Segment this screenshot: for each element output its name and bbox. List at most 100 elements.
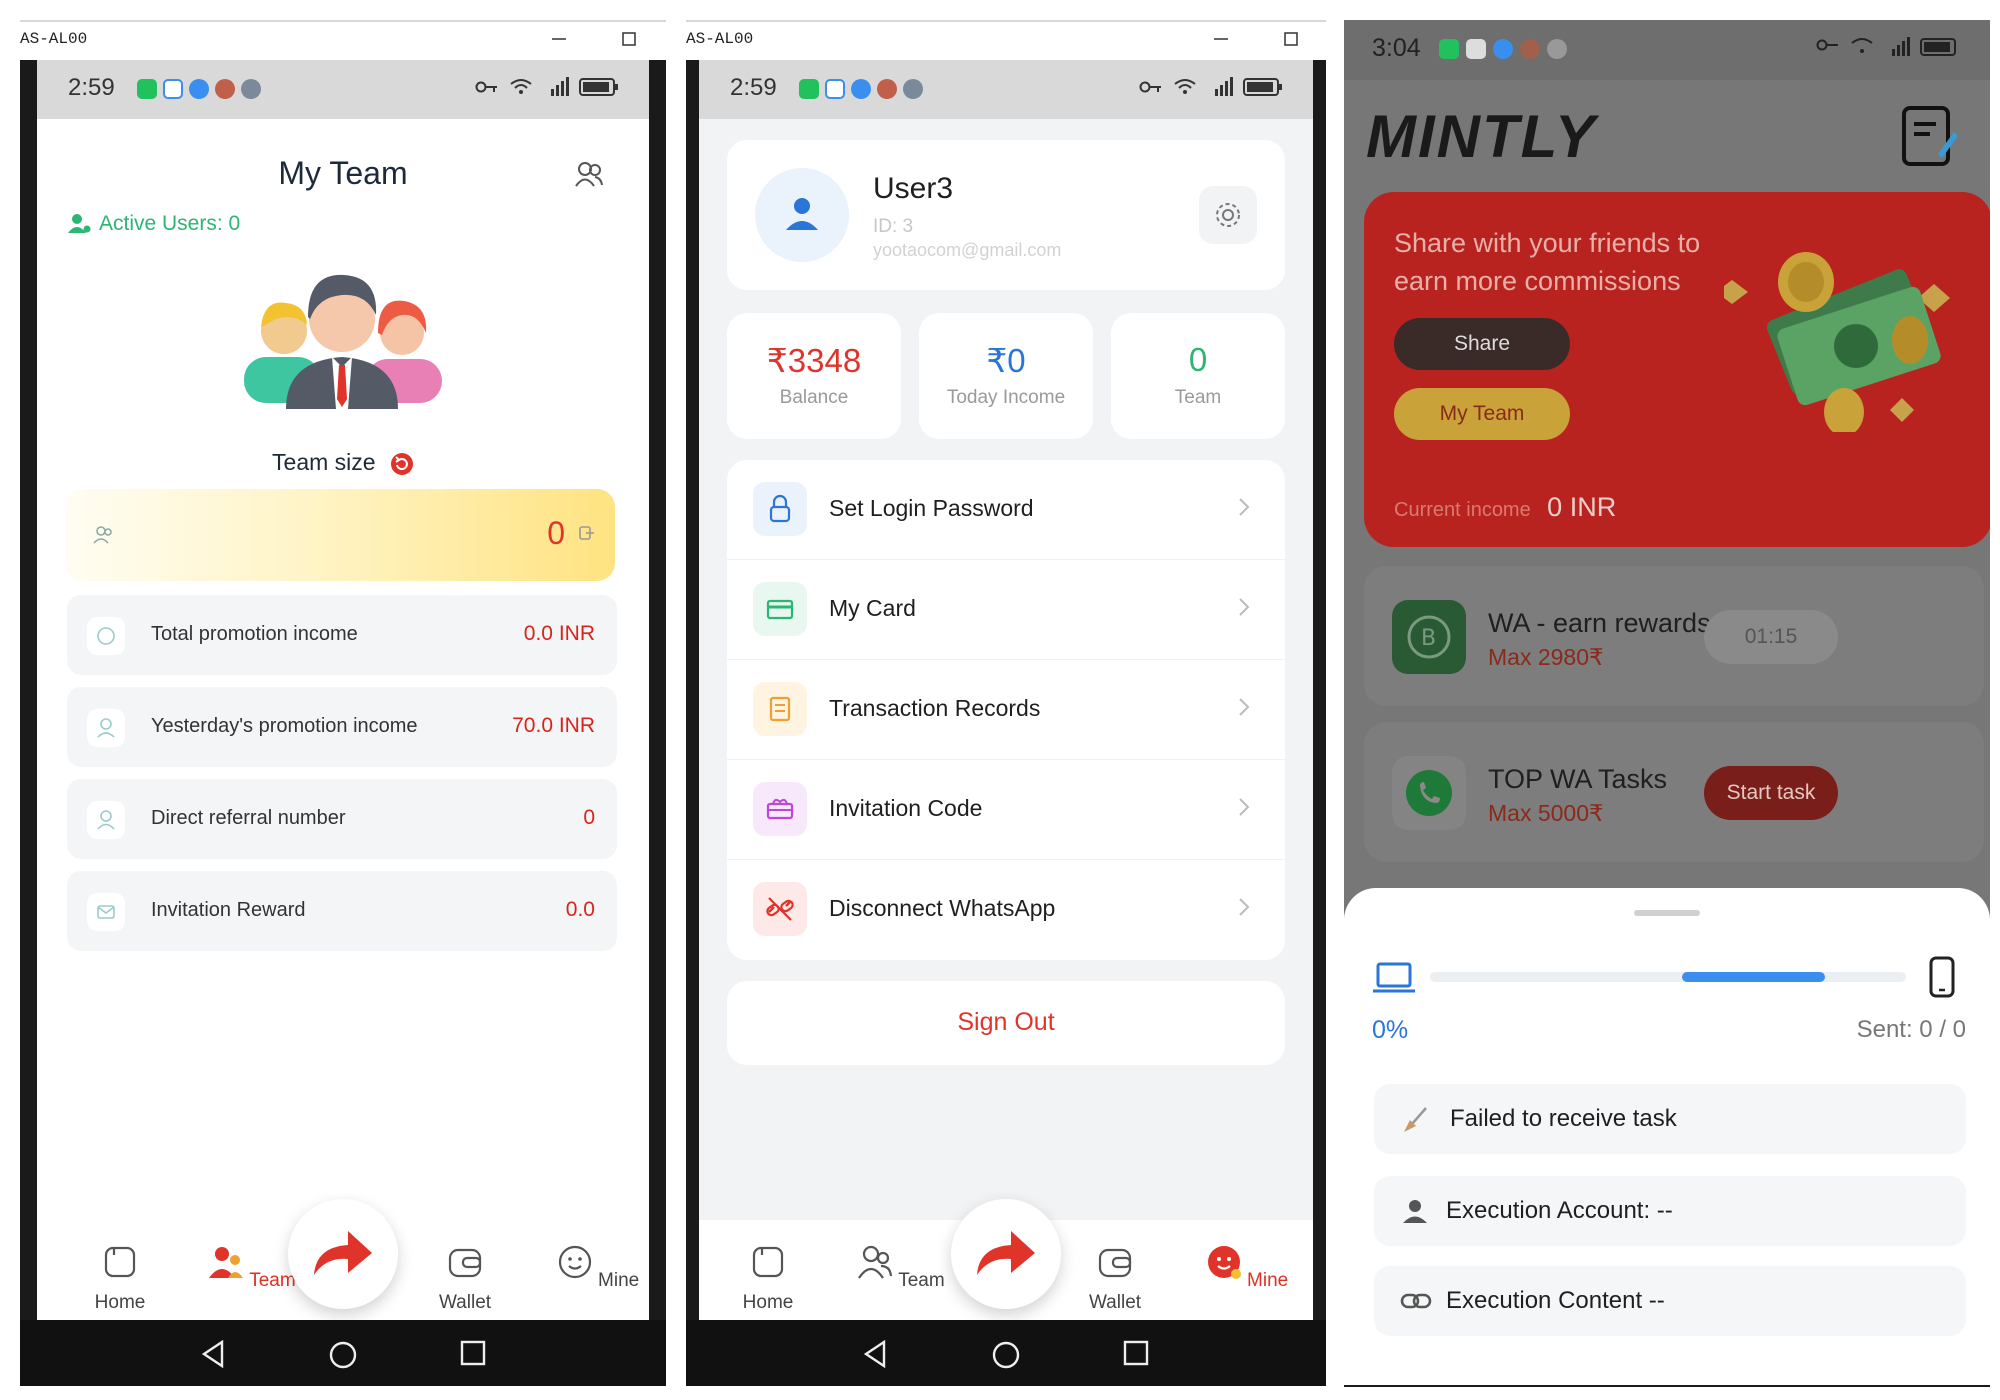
wifi-icon [1174, 79, 1196, 94]
task-status-sheet: 0% Sent: 0 / 0 Failed to receive task Ex… [1344, 888, 1990, 1386]
settings-button[interactable] [1199, 186, 1257, 244]
team-size-label-row: Team size [37, 449, 649, 476]
team-size-label: Team size [272, 449, 376, 475]
broom-icon [1404, 1107, 1427, 1132]
menu-invitation-code[interactable]: Invitation Code [727, 760, 1285, 860]
nav-wallet[interactable]: Wallet [420, 1244, 510, 1314]
app-notification-icon [825, 79, 845, 99]
wifi-icon [510, 79, 532, 94]
user-coin-icon [87, 709, 125, 747]
app-notification-icon [1466, 39, 1486, 59]
sheet-drag-handle[interactable] [1634, 910, 1700, 916]
phone-icon [1929, 956, 1955, 998]
nav-home[interactable]: Home [723, 1244, 813, 1314]
avatar[interactable] [755, 168, 849, 262]
back-icon[interactable] [200, 1340, 226, 1368]
app-notification-icon [1520, 39, 1540, 59]
signal-icon [551, 77, 569, 96]
today-income-card[interactable]: ₹0 Today Income [919, 313, 1093, 439]
maximize-icon[interactable] [618, 28, 640, 50]
window-titlebar: AS-AL00 [686, 20, 1326, 60]
app-screen: My Team Active Users: 0 Team size 0 Tota… [37, 119, 649, 1320]
nav-mine[interactable]: Mine [1202, 1244, 1292, 1292]
share-fab-button[interactable] [951, 1199, 1061, 1309]
team-icon [93, 526, 112, 544]
signal-icon [1892, 37, 1910, 56]
menu-label: Set Login Password [829, 495, 1034, 521]
app-notification-icon [1547, 39, 1567, 59]
nav-mine-label: Mine [1247, 1270, 1289, 1291]
home-circle-icon[interactable] [991, 1340, 1021, 1370]
wifi-icon [1851, 38, 1873, 53]
app-notification-icon [215, 79, 235, 99]
row-value: 0.0 INR [523, 622, 595, 645]
link-icon [1400, 1293, 1432, 1309]
nav-home[interactable]: Home [75, 1244, 165, 1314]
team-illustration-icon [244, 274, 442, 409]
chevron-right-icon [1239, 698, 1250, 716]
countdown-label: 01:15 [1744, 625, 1798, 648]
share-fab-button[interactable] [288, 1199, 398, 1309]
minimize-icon[interactable] [548, 28, 570, 50]
user-email: yootaocom@gmail.com [873, 240, 1062, 260]
task-max-reward: Max 2980₹ [1488, 644, 1604, 670]
team-count-value: 0 [1188, 341, 1208, 378]
row-value: 0.0 [565, 898, 595, 921]
minimize-icon[interactable] [1210, 28, 1232, 50]
progress-percent: 0% [1372, 1016, 1409, 1044]
nav-mine-label: Mine [598, 1270, 640, 1291]
recents-icon[interactable] [460, 1340, 486, 1366]
phone-screen-tasks: 3:04 MINTLY Share with your friends to e… [1344, 20, 1990, 1386]
nav-wallet[interactable]: Wallet [1070, 1244, 1160, 1314]
nav-team-label: Team [898, 1270, 945, 1291]
share-promo-card: Share with your friends to earn more com… [1364, 192, 1990, 547]
stat-row-invitation-reward: Invitation Reward 0.0 [67, 871, 617, 951]
team-icon [209, 1247, 244, 1278]
my-team-button[interactable]: My Team [1394, 388, 1570, 440]
stat-row-direct-referral-number: Direct referral number 0 [67, 779, 617, 859]
task-card-wa-earn-rewards: B WA - earn rewards Max 2980₹ 01:15 [1364, 566, 1984, 706]
today-income-label: Today Income [946, 387, 1066, 408]
profile-card: User3 ID: 3 yootaocom@gmail.com [727, 140, 1285, 290]
nav-team[interactable]: Team [207, 1244, 297, 1292]
sign-out-button[interactable]: Sign Out [727, 981, 1285, 1065]
app-notification-icon [189, 79, 209, 99]
home-circle-icon[interactable] [328, 1340, 358, 1370]
share-button[interactable]: Share [1394, 318, 1570, 370]
back-icon[interactable] [862, 1340, 888, 1368]
team-count-card[interactable]: 0 Team [1111, 313, 1285, 439]
active-user-icon [68, 214, 91, 233]
refresh-icon[interactable] [390, 452, 414, 476]
recents-icon[interactable] [1123, 1340, 1149, 1366]
gear-icon [1216, 203, 1240, 227]
menu-transaction-records[interactable]: Transaction Records [727, 660, 1285, 760]
row-label: Yesterday's promotion income [151, 715, 418, 737]
app-screen: User3 ID: 3 yootaocom@gmail.com ₹3348 Ba… [699, 119, 1313, 1320]
app-notification-icon [241, 79, 261, 99]
clipboard-icon[interactable] [1896, 102, 1960, 168]
gift-icon [753, 782, 807, 836]
maximize-icon[interactable] [1280, 28, 1302, 50]
chevron-right-icon [1239, 798, 1250, 816]
app-notification-icon [1439, 39, 1459, 59]
chevron-right-icon [1239, 598, 1250, 616]
menu-set-login-password[interactable]: Set Login Password [727, 460, 1285, 560]
nav-mine[interactable]: Mine [553, 1244, 643, 1292]
export-icon[interactable] [579, 525, 595, 541]
menu-disconnect-whatsapp[interactable]: Disconnect WhatsApp [727, 860, 1285, 960]
team-size-value: 0 [547, 515, 565, 551]
balance-card[interactable]: ₹3348 Balance [727, 313, 901, 439]
countdown-button[interactable]: 01:15 [1704, 610, 1838, 664]
system-status-icons [1139, 77, 1283, 97]
menu-my-card[interactable]: My Card [727, 560, 1285, 660]
start-task-button[interactable]: Start task [1704, 766, 1838, 820]
task-card-top-wa-tasks: TOP WA Tasks Max 5000₹ Start task [1364, 722, 1984, 862]
share-button-label: Share [1453, 332, 1511, 355]
execution-account: Execution Account: -- [1446, 1197, 1673, 1224]
app-notification-icon [163, 79, 183, 99]
current-income-row: Current income 0 INR [1394, 492, 1616, 523]
failed-message: Failed to receive task [1450, 1105, 1677, 1132]
nav-team[interactable]: Team [856, 1244, 946, 1292]
team-members-icon[interactable] [574, 159, 604, 189]
team-size-bar[interactable]: 0 [65, 489, 615, 581]
